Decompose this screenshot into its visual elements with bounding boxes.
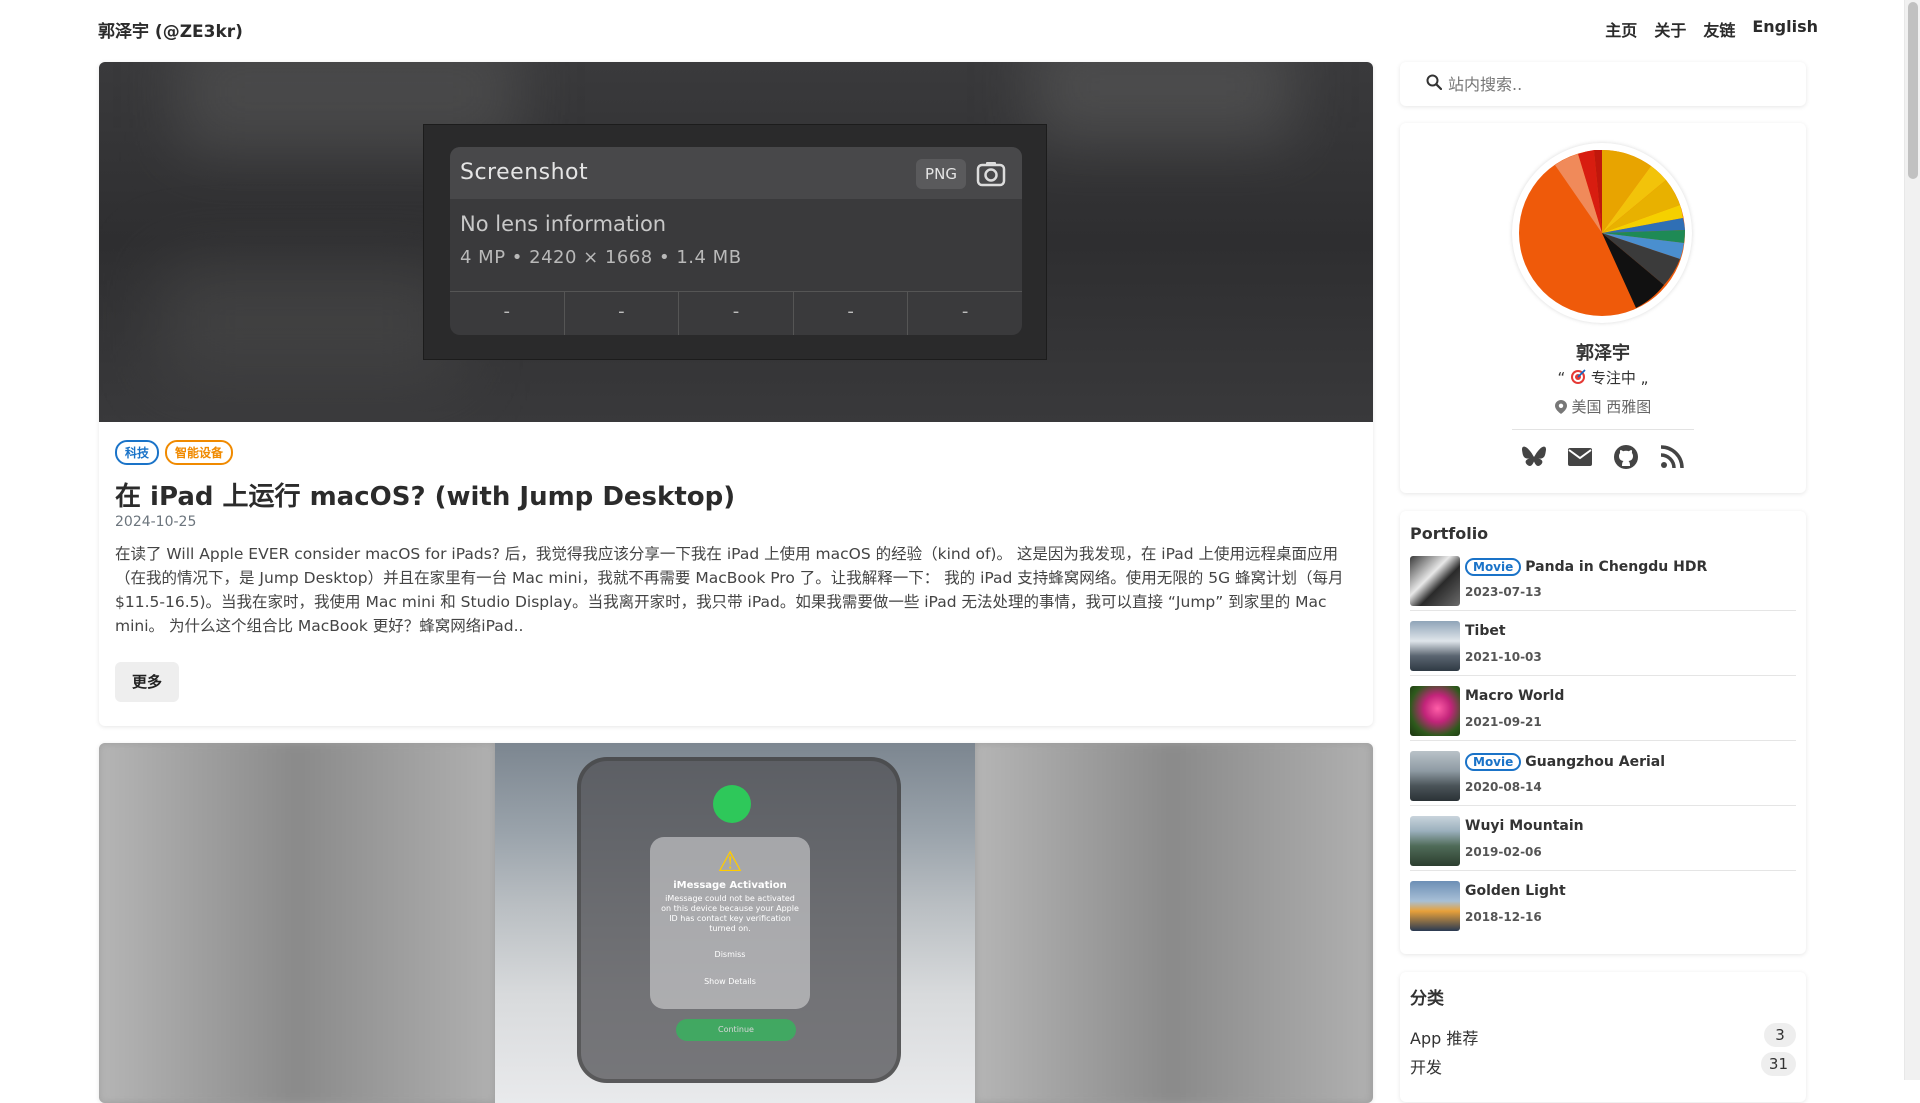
portfolio-item-title: Movie Guangzhou Aerial <box>1465 753 1665 771</box>
nav-item-english[interactable]: English <box>1752 17 1818 41</box>
lens-info: No lens information <box>460 212 667 236</box>
categories-title: 分类 <box>1410 989 1444 1009</box>
portfolio-item-date: 2019-02-06 <box>1465 845 1542 859</box>
location-pin-icon <box>1554 398 1572 416</box>
portfolio-item[interactable]: Movie Panda in Chengdu HDR 2023-07-13 <box>1410 553 1796 611</box>
profile-divider <box>1512 429 1694 430</box>
warning-icon: ⚠ <box>717 845 743 878</box>
target-emoji-icon <box>1570 369 1591 387</box>
portfolio-item-title: Tibet <box>1465 623 1506 639</box>
portfolio-title: Portfolio <box>1410 524 1489 543</box>
post-excerpt: 在读了 Will Apple EVER consider macOS for i… <box>115 545 1344 635</box>
search-input[interactable] <box>1448 70 1788 98</box>
exif-cell: - <box>503 301 511 322</box>
dialog-continue: Continue <box>676 1019 796 1041</box>
nav-item-about[interactable]: 关于 <box>1654 17 1686 41</box>
quote-close: „ <box>1640 369 1649 387</box>
exif-row: - - - - - <box>450 291 1022 335</box>
category-item[interactable]: 开发 31 <box>1410 1051 1796 1077</box>
panel-title: Screenshot <box>460 160 589 185</box>
movie-badge: Movie <box>1465 558 1522 576</box>
search-icon <box>1426 74 1443 91</box>
rss-icon[interactable] <box>1659 444 1685 470</box>
portfolio-thumbnail <box>1410 556 1460 606</box>
portfolio-item-date: 2021-10-03 <box>1465 650 1542 664</box>
dialog-title: iMessage Activation <box>673 880 787 891</box>
exif-cell: - <box>907 292 1022 335</box>
categories-widget: 分类 App 推荐 3 开发 31 <box>1400 972 1806 1102</box>
profile-location: 美国 西雅图 <box>1400 396 1806 417</box>
site-brand[interactable]: 郭泽宇 (@ZE3kr) <box>98 17 243 42</box>
post-cover-image[interactable]: Screenshot PNG No lens information 4 MP … <box>99 62 1373 422</box>
nav-links: 主页 关于 友链 English <box>1605 17 1818 41</box>
post-card: Screenshot PNG No lens information 4 MP … <box>99 62 1373 726</box>
dialog-show-details: Show Details <box>704 977 756 986</box>
profile-status: “ 专注中 „ <box>1400 367 1806 388</box>
quote-open: “ <box>1557 369 1566 387</box>
portfolio-item-date: 2023-07-13 <box>1465 585 1542 599</box>
mail-icon[interactable] <box>1567 444 1593 470</box>
portfolio-item-date: 2018-12-16 <box>1465 910 1542 924</box>
portfolio-item-title: Golden Light <box>1465 883 1566 899</box>
social-links <box>1400 444 1806 470</box>
page-scrollbar[interactable] <box>1904 0 1920 1080</box>
location-text: 美国 西雅图 <box>1571 398 1652 416</box>
exif-cell: - <box>678 292 793 335</box>
portfolio-item-title: Macro World <box>1465 688 1565 704</box>
nav-item-home[interactable]: 主页 <box>1605 17 1637 41</box>
post-cover-image[interactable]: ⚠ iMessage Activation iMessage could not… <box>99 743 1373 1103</box>
github-icon[interactable] <box>1613 444 1639 470</box>
portfolio-item-date: 2021-09-21 <box>1465 715 1542 729</box>
read-more-button[interactable]: 更多 <box>115 662 179 702</box>
messages-app-icon <box>713 785 751 823</box>
dialog-dismiss: Dismiss <box>714 950 746 959</box>
tag-smart-devices[interactable]: 智能设备 <box>165 440 234 465</box>
category-name: 开发 <box>1410 1058 1443 1077</box>
portfolio-item-title: Wuyi Mountain <box>1465 818 1584 834</box>
status-text: 专注中 <box>1590 369 1636 387</box>
category-name: App 推荐 <box>1410 1029 1479 1048</box>
scrollbar-thumb[interactable] <box>1908 2 1918 179</box>
portfolio-item[interactable]: Movie Guangzhou Aerial 2020-08-14 <box>1410 748 1796 806</box>
photo-info-panel: Screenshot PNG No lens information 4 MP … <box>450 147 1022 335</box>
portfolio-thumbnail <box>1410 816 1460 866</box>
avatar[interactable] <box>1512 143 1692 323</box>
post-card: ⚠ iMessage Activation iMessage could not… <box>99 743 1373 1103</box>
profile-card: 郭泽宇 “ 专注中 „ 美国 西雅图 <box>1400 123 1806 493</box>
image-meta: 4 MP • 2420 × 1668 • 1.4 MB <box>460 247 742 268</box>
portfolio-thumbnail <box>1410 881 1460 931</box>
category-item[interactable]: App 推荐 3 <box>1410 1022 1796 1048</box>
category-count: 31 <box>1760 1052 1796 1076</box>
tag-tech[interactable]: 科技 <box>115 440 160 465</box>
dialog-body: iMessage could not be activated on this … <box>661 894 799 933</box>
portfolio-thumbnail <box>1410 751 1460 801</box>
portfolio-item[interactable]: Tibet 2021-10-03 <box>1410 618 1796 676</box>
format-badge: PNG <box>916 159 966 189</box>
cover-photo: ⚠ iMessage Activation iMessage could not… <box>495 743 975 1103</box>
exif-cell: - <box>563 292 679 335</box>
movie-badge: Movie <box>1465 753 1522 771</box>
portfolio-thumbnail <box>1410 621 1460 671</box>
post-tags: 科技 智能设备 <box>115 440 234 465</box>
nav-item-links[interactable]: 友链 <box>1703 17 1735 41</box>
portfolio-widget: Portfolio Movie Panda in Chengdu HDR 2023… <box>1400 511 1806 954</box>
site-search <box>1400 62 1806 106</box>
portfolio-item-date: 2020-08-14 <box>1465 780 1542 794</box>
profile-name: 郭泽宇 <box>1576 343 1630 364</box>
exif-cell: - <box>792 292 908 335</box>
portfolio-item[interactable]: Macro World 2021-09-21 <box>1410 683 1796 741</box>
top-navbar: 郭泽宇 (@ZE3kr) 主页 关于 友链 English <box>0 0 1904 57</box>
screenshot-frame: Screenshot PNG No lens information 4 MP … <box>423 124 1047 360</box>
camera-icon <box>974 157 1008 191</box>
category-count: 3 <box>1764 1023 1796 1047</box>
portfolio-item-title: Movie Panda in Chengdu HDR <box>1465 558 1707 576</box>
alert-dialog: ⚠ iMessage Activation iMessage could not… <box>650 837 810 1009</box>
portfolio-item[interactable]: Golden Light 2018-12-16 <box>1410 878 1796 936</box>
post-title[interactable]: 在 iPad 上运行 macOS? (with Jump Desktop) <box>115 476 735 513</box>
post-date: 2024-10-25 <box>115 514 197 530</box>
portfolio-thumbnail <box>1410 686 1460 736</box>
portfolio-item[interactable]: Wuyi Mountain 2019-02-06 <box>1410 813 1796 871</box>
bluesky-icon[interactable] <box>1521 444 1547 470</box>
